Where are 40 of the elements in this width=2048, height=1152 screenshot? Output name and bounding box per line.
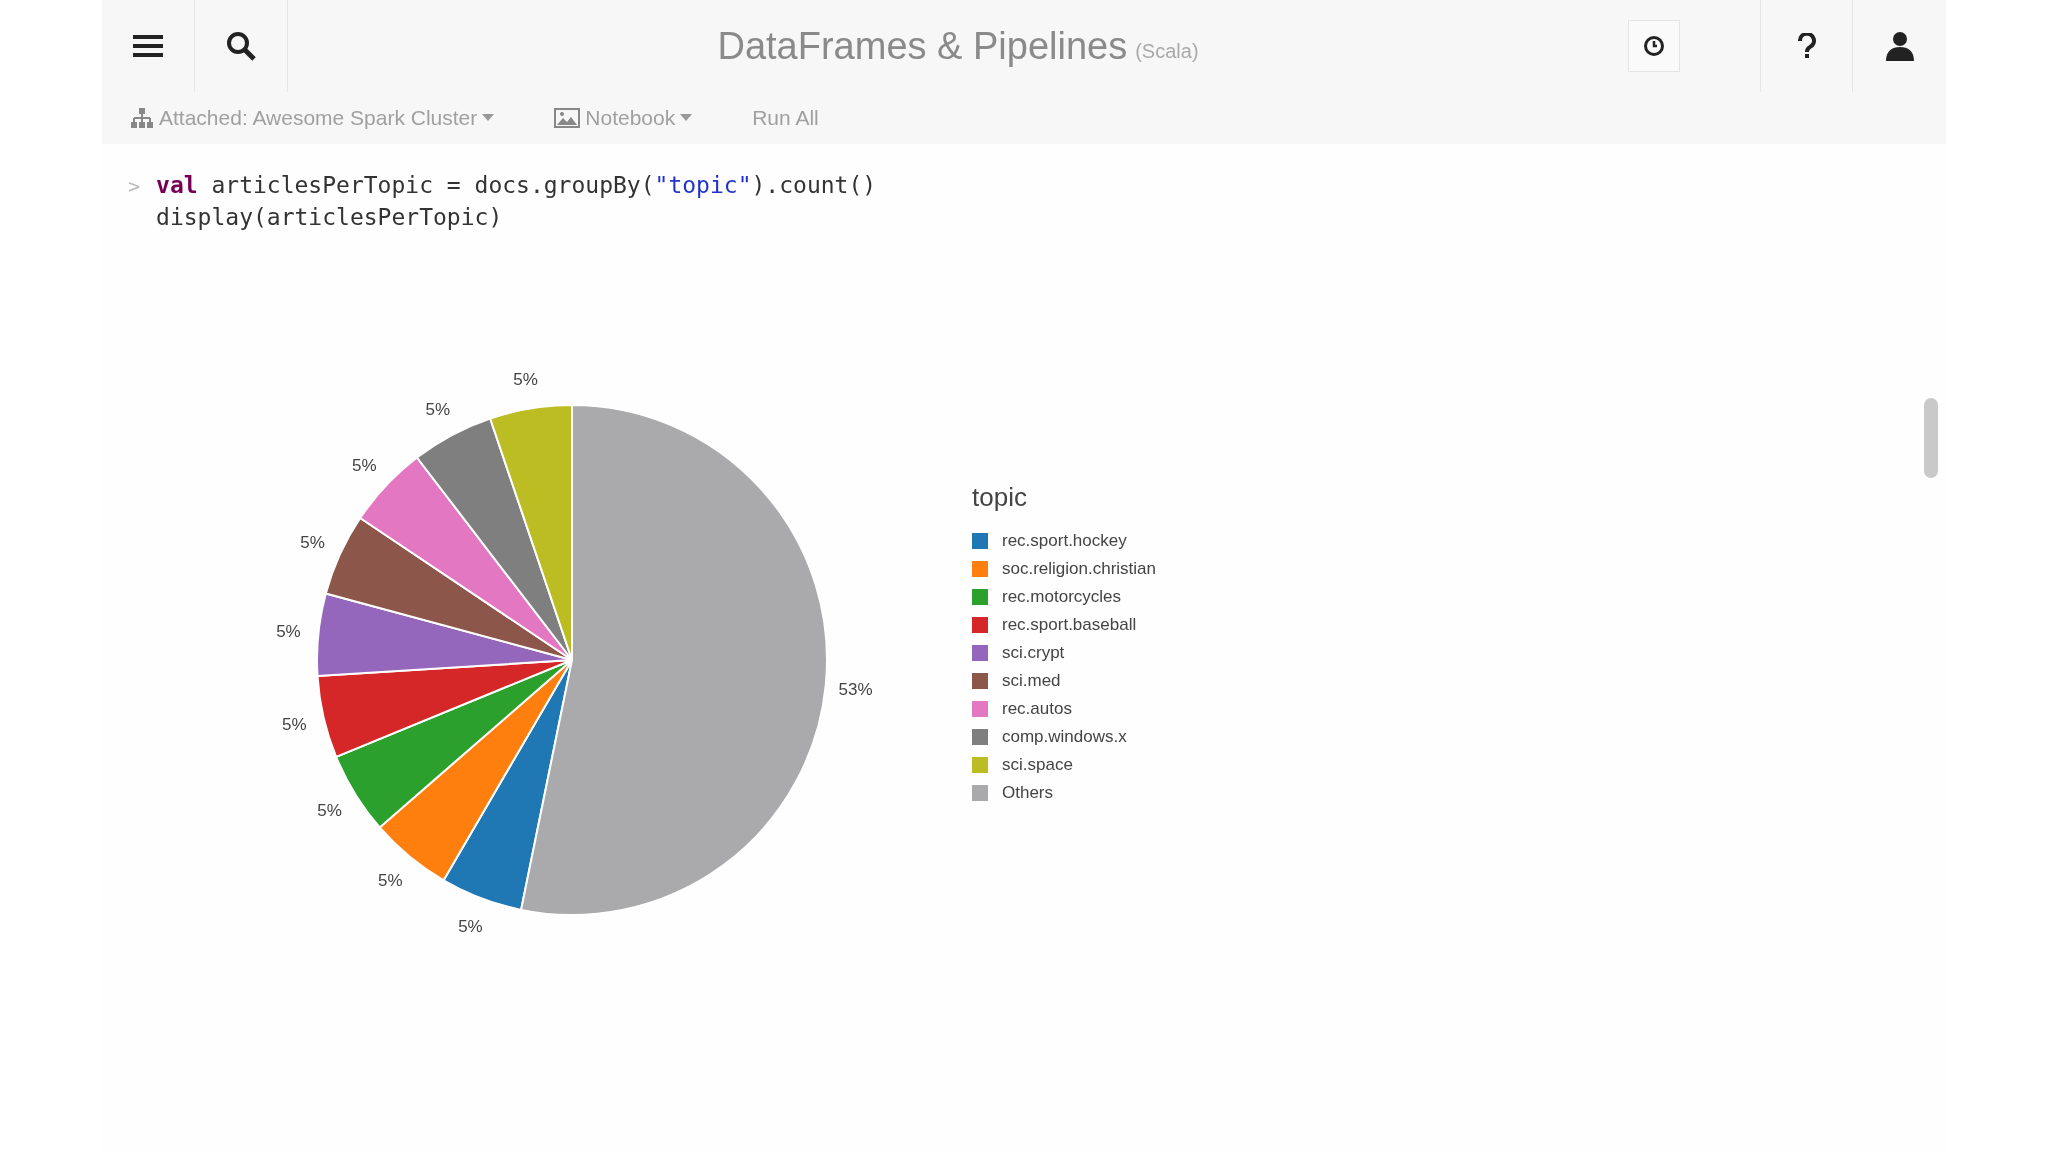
cell-prompt: > [128,173,141,200]
toolbar-menu[interactable]: Attached: Awesome Spark Cluster [130,106,495,130]
slice-label: 5% [300,532,325,552]
legend-label: rec.sport.hockey [1002,531,1127,551]
user-icon [1885,31,1914,61]
code-line: val articlesPerTopic = docs.groupBy("topic").count() [156,172,877,198]
legend-label: sci.crypt [1002,643,1065,663]
legend-label: sci.med [1002,671,1061,691]
slice-label: 53% [838,679,873,699]
legend-label: sci.space [1002,755,1073,775]
cluster-icon [130,108,154,128]
clock-icon [1643,35,1665,57]
caret-icon [482,114,495,122]
history-button[interactable] [1628,20,1680,72]
slice-label: 5% [351,455,377,475]
scrollbar[interactable] [1924,398,1938,478]
legend-label: rec.sport.baseball [1002,615,1137,635]
language-label: (Scala) [1135,39,1199,63]
legend-label: comp.windows.x [1002,727,1127,747]
caret-icon [680,114,693,122]
legend-label: rec.autos [1002,699,1072,719]
legend-label: Others [1002,783,1054,803]
code-line: display(articlesPerTopic) [156,204,504,230]
slice-label: 5% [425,399,451,419]
legend-label: rec.motorcycles [1002,587,1122,607]
notebook-title: DataFrames & Pipelines [717,24,1128,68]
toolbar-menu[interactable]: Notebook [554,106,693,130]
legend-label: soc.religion.christian [1002,559,1156,579]
toolbar-menu[interactable]: Run All [752,106,819,130]
search-icon [226,31,256,61]
slice-label: 5% [281,714,307,734]
slice-label: 5% [276,622,301,642]
slice-label: 5% [378,870,403,890]
slice-label: 5% [513,369,538,389]
slice-label: 5% [317,800,342,820]
image-icon [554,108,581,128]
question-icon [1797,33,1816,59]
legend-title: topic [972,482,1028,513]
menu-icon [133,34,163,58]
slice-label: 5% [458,917,483,937]
